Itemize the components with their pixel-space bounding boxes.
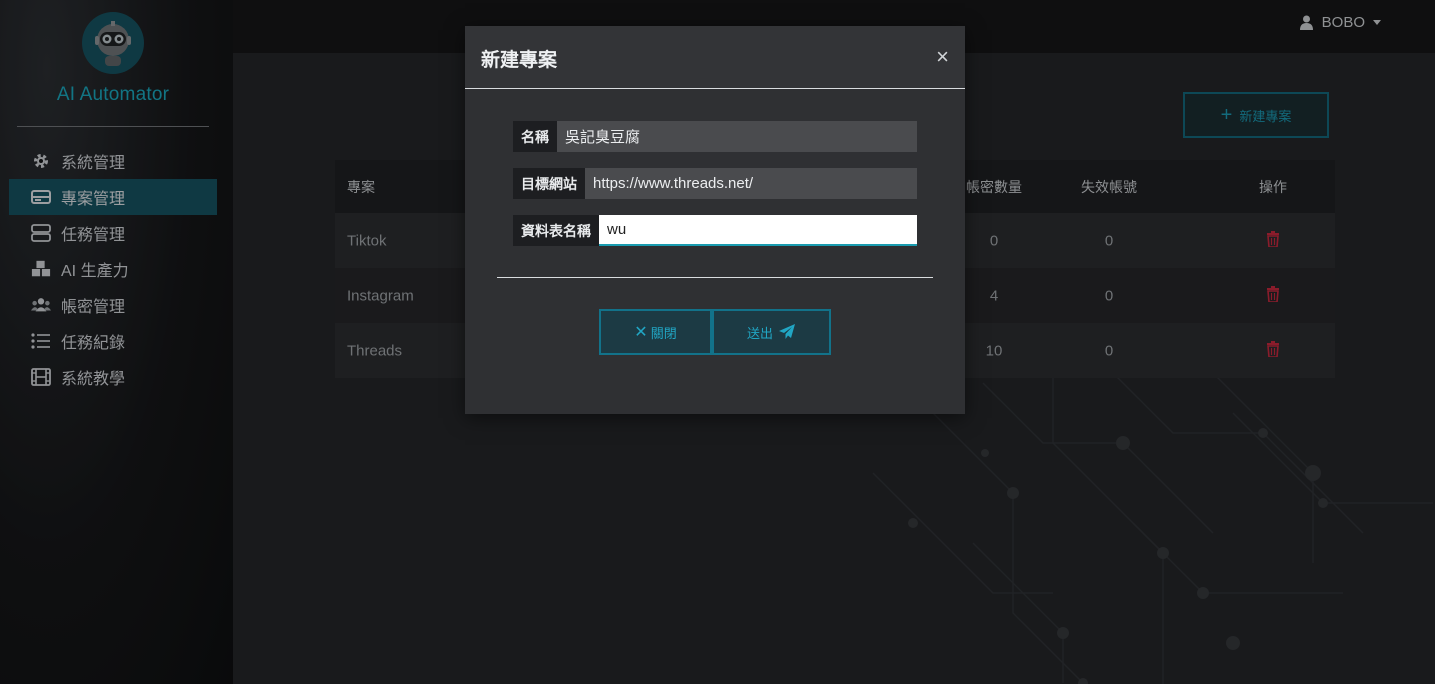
url-field-group: 目標網站: [513, 168, 917, 199]
modal-title: 新建專案: [481, 50, 558, 71]
close-label: 關閉: [650, 325, 677, 341]
url-label: 目標網站: [513, 168, 585, 199]
url-input[interactable]: [585, 168, 917, 199]
modal-header: 新建專案 ×: [465, 26, 965, 89]
paper-plane-icon: [779, 324, 796, 340]
close-icon[interactable]: ×: [936, 46, 949, 68]
x-icon: ✕: [634, 324, 648, 341]
table-name-field-group: 資料表名稱: [513, 215, 917, 246]
close-button[interactable]: ✕ 關閉: [599, 309, 712, 355]
table-name-label: 資料表名稱: [513, 215, 599, 246]
new-project-modal: 新建專案 × 名稱 目標網站 資料表名稱 ✕ 關閉 送出: [465, 26, 965, 414]
send-button[interactable]: 送出: [712, 309, 831, 355]
name-label: 名稱: [513, 121, 557, 152]
name-input[interactable]: [557, 121, 917, 152]
modal-divider: [497, 277, 933, 278]
name-field-group: 名稱: [513, 121, 917, 152]
send-label: 送出: [746, 325, 773, 341]
modal-actions: ✕ 關閉 送出: [599, 309, 831, 355]
table-name-input[interactable]: [599, 215, 917, 246]
